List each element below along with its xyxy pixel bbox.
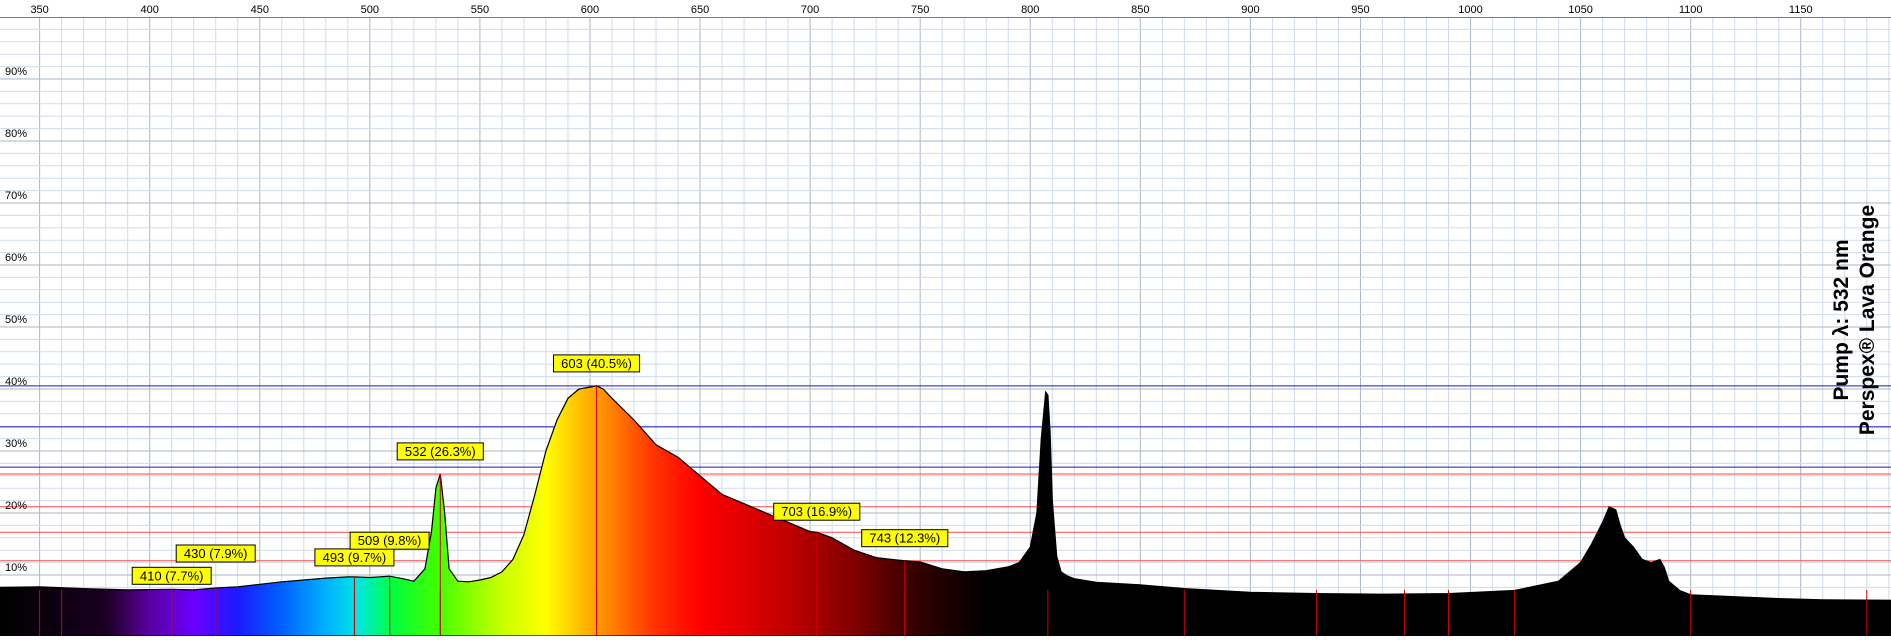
x-tick-label: 1000 bbox=[1458, 4, 1482, 16]
x-tick-label: 750 bbox=[911, 4, 929, 16]
peak-label-text: 603 (40.5%) bbox=[561, 356, 632, 371]
side-title-line1: Pump λ: 532 nm bbox=[1830, 239, 1853, 400]
y-tick-label: 80% bbox=[5, 128, 27, 140]
y-tick-label: 60% bbox=[5, 252, 27, 264]
peak-label-text: 532 (26.3%) bbox=[405, 444, 476, 459]
y-tick-label: 90% bbox=[5, 66, 27, 78]
x-tick-label: 650 bbox=[691, 4, 709, 16]
peak-label: 603 (40.5%) bbox=[553, 354, 641, 373]
x-tick-label: 1050 bbox=[1568, 4, 1592, 16]
spectrum-chart: 350 400 450 500 550 600 650 700 750 800 850 900 950 1… bbox=[0, 0, 1891, 636]
y-tick-label: 10% bbox=[5, 562, 27, 574]
y-tick-label: 40% bbox=[5, 376, 27, 388]
x-tick-label: 500 bbox=[361, 4, 379, 16]
peak-label: 430 (7.9%) bbox=[175, 544, 256, 563]
peak-label: 703 (16.9%) bbox=[773, 502, 861, 521]
y-tick-label: 30% bbox=[5, 438, 27, 450]
x-tick-label: 600 bbox=[581, 4, 599, 16]
peak-label-text: 493 (9.7%) bbox=[323, 550, 387, 565]
x-tick-label: 1100 bbox=[1679, 4, 1703, 16]
x-tick-label: 450 bbox=[251, 4, 269, 16]
x-tick-label: 950 bbox=[1351, 4, 1369, 16]
peak-label: 743 (12.3%) bbox=[861, 529, 949, 548]
x-tick-label: 700 bbox=[801, 4, 819, 16]
peak-label: 493 (9.7%) bbox=[314, 548, 395, 567]
x-tick-label: 800 bbox=[1021, 4, 1039, 16]
y-tick-label: 70% bbox=[5, 190, 27, 202]
x-tick-label: 900 bbox=[1241, 4, 1259, 16]
peak-label-text: 430 (7.9%) bbox=[184, 546, 248, 561]
side-title-line2: Perspex® Lava Orange bbox=[1856, 205, 1879, 435]
peak-label-text: 743 (12.3%) bbox=[869, 531, 940, 546]
peak-label: 410 (7.7%) bbox=[131, 566, 212, 585]
x-tick-label: 1150 bbox=[1789, 4, 1813, 16]
chart-svg: 350 400 450 500 550 600 650 700 750 800 850 900 950 1… bbox=[0, 0, 1891, 636]
x-tick-label: 550 bbox=[471, 4, 489, 16]
x-tick-label: 850 bbox=[1131, 4, 1149, 16]
peak-label-text: 509 (9.8%) bbox=[358, 533, 422, 548]
peak-label: 509 (9.8%) bbox=[349, 531, 430, 550]
x-tick-label: 400 bbox=[141, 4, 159, 16]
y-tick-label: 50% bbox=[5, 314, 27, 326]
peak-label: 532 (26.3%) bbox=[396, 442, 484, 461]
y-tick-label: 20% bbox=[5, 500, 27, 512]
peak-label-text: 410 (7.7%) bbox=[140, 568, 204, 583]
peak-label-text: 703 (16.9%) bbox=[781, 504, 852, 519]
x-tick-label: 350 bbox=[30, 4, 48, 16]
